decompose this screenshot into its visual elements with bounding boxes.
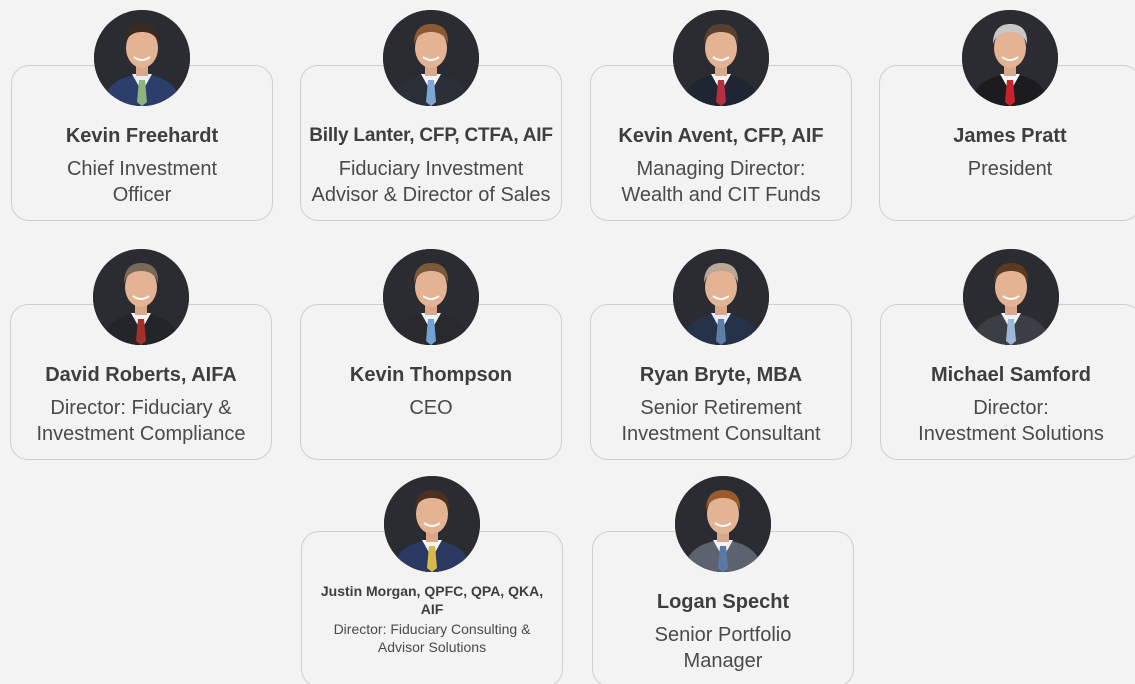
team-card[interactable]: James Pratt President [879,10,1135,221]
member-name: James Pratt [953,125,1067,147]
member-title: Senior Retirement Investment Consultant [621,397,821,445]
member-title: President [967,158,1053,180]
team-card[interactable]: David Roberts, AIFA Director: Fiduciary … [10,249,272,460]
member-title: Senior Portfolio Manager [654,624,792,672]
member-title: Director: Fiduciary & Investment Complia… [36,397,246,445]
team-card[interactable]: Billy Lanter, CFP, CTFA, AIF Fiduciary I… [300,10,562,221]
avatar [384,476,480,572]
member-name: Billy Lanter, CFP, CTFA, AIF [309,125,553,146]
team-card[interactable]: Logan Specht Senior Portfolio Manager [592,476,854,684]
team-card[interactable]: Kevin Avent, CFP, AIF Managing Director:… [590,10,852,221]
member-title: CEO [409,397,453,419]
team-card[interactable]: Justin Morgan, QPFC, QPA, QKA, AIF Direc… [301,476,563,684]
member-name: Kevin Freehardt [65,125,219,147]
avatar [93,249,189,345]
team-card[interactable]: Ryan Bryte, MBA Senior Retirement Invest… [590,249,852,460]
avatar [383,10,479,106]
member-title: Director: Investment Solutions [918,397,1104,445]
member-name: Michael Samford [930,364,1092,386]
member-title: Managing Director: Wealth and CIT Funds [621,158,821,206]
member-name: Justin Morgan, QPFC, QPA, QKA, AIF [320,583,544,617]
member-title: Chief Investment Officer [66,158,218,206]
member-name: Kevin Thompson [349,364,513,386]
team-card[interactable]: Michael Samford Director: Investment Sol… [880,249,1135,460]
member-title: Fiduciary Investment Advisor & Director … [311,158,551,206]
avatar [673,249,769,345]
team-grid: Kevin Freehardt Chief Investment Officer… [0,0,1135,684]
avatar [675,476,771,572]
team-card[interactable]: Kevin Thompson CEO [300,249,562,460]
avatar [963,249,1059,345]
member-name: Kevin Avent, CFP, AIF [618,125,824,147]
member-name: David Roberts, AIFA [45,364,237,386]
avatar [383,249,479,345]
avatar [94,10,190,106]
member-name: Logan Specht [656,591,790,613]
member-name: Ryan Bryte, MBA [639,364,803,386]
team-card[interactable]: Kevin Freehardt Chief Investment Officer [11,10,273,221]
avatar [673,10,769,106]
member-title: Director: Fiduciary Consulting & Advisor… [333,621,531,655]
avatar [962,10,1058,106]
